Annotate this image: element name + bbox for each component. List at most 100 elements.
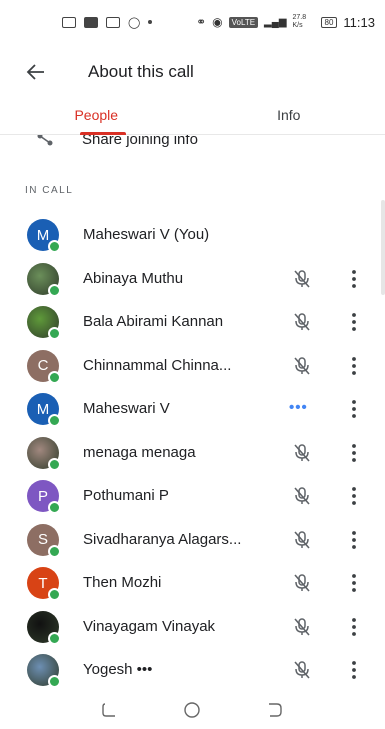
- home-icon[interactable]: [181, 701, 203, 719]
- avatar-photo: [27, 654, 61, 688]
- more-vert-icon[interactable]: [346, 615, 362, 639]
- status-system: ⚭ ◉ VoLTE ▂▄▆ 27.8 K/s 80 11:13: [196, 14, 375, 30]
- more-vert-icon[interactable]: [346, 441, 362, 465]
- participant-name: Abinaya Muthu: [83, 269, 184, 287]
- avatar: M: [27, 393, 61, 427]
- online-indicator: [48, 283, 61, 297]
- avatar-initial: C: [37, 357, 49, 374]
- mic-off-icon[interactable]: [291, 485, 313, 507]
- online-indicator: [48, 501, 61, 514]
- more-vert-icon[interactable]: [346, 310, 362, 334]
- mic-off-icon[interactable]: [291, 268, 313, 290]
- online-indicator: [48, 370, 61, 384]
- avatar-initial: M: [36, 226, 50, 244]
- online-indicator: [48, 327, 61, 340]
- participant-list: M Maheswari V (You) Abinaya Muthu Bala Abir…: [0, 213, 385, 692]
- shield-notification-icon: ◯: [128, 16, 141, 29]
- avatar-initial: S: [37, 531, 48, 548]
- signal-icon: ▂▄▆: [264, 16, 287, 28]
- avatar-photo: [27, 262, 61, 297]
- status-notifications: ◯: [62, 16, 153, 29]
- tab-bar: People Info: [0, 100, 385, 135]
- more-vert-icon[interactable]: [346, 354, 362, 378]
- volte-badge: VoLTE: [228, 16, 259, 28]
- more-vert-icon[interactable]: [346, 397, 362, 421]
- avatar: C: [27, 349, 61, 384]
- participant-name: Maheswari V: [83, 400, 170, 418]
- video-notification-icon: [62, 16, 76, 28]
- hotspot-icon: ◉: [212, 15, 223, 29]
- participant-row[interactable]: M Maheswari V •••: [0, 387, 385, 431]
- online-indicator: [48, 675, 61, 688]
- participant-name: Then Mozhi: [83, 574, 162, 592]
- participant-row[interactable]: menaga menaga: [0, 431, 385, 475]
- online-indicator: [48, 457, 61, 471]
- scrollbar[interactable]: [381, 200, 385, 295]
- network-speed: 27.8 K/s: [292, 14, 307, 29]
- tab-people[interactable]: People: [0, 100, 193, 134]
- avatar: P: [27, 480, 61, 514]
- participant-row[interactable]: S Sivadharanya Alagars...: [0, 518, 385, 562]
- avatar: S: [27, 523, 61, 558]
- recents-icon[interactable]: [100, 701, 122, 719]
- more-vert-icon[interactable]: [346, 528, 362, 552]
- participant-name: Maheswari V (You): [83, 226, 210, 244]
- online-indicator: [48, 240, 61, 253]
- participant-row[interactable]: Abinaya Muthu: [0, 257, 385, 301]
- avatar-photo: [27, 436, 61, 471]
- mic-off-icon[interactable]: [291, 659, 313, 681]
- more-vert-icon[interactable]: [346, 658, 362, 682]
- speaking-indicator-icon: •••: [289, 399, 308, 416]
- share-label: Share joining info: [82, 135, 198, 148]
- share-joining-info[interactable]: Share joining info: [0, 135, 385, 157]
- mic-off-icon[interactable]: [291, 616, 313, 638]
- participant-name: menaga menaga: [83, 443, 196, 461]
- system-nav-bar: [0, 691, 385, 729]
- avatar-photo: [27, 610, 61, 645]
- participant-name: Vinayagam Vinayak: [83, 617, 216, 635]
- headset-icon: ⚭: [196, 15, 207, 29]
- participant-row[interactable]: Yogesh •••: [0, 648, 385, 692]
- back-nav-icon[interactable]: [263, 701, 285, 719]
- avatar-initial: P: [37, 487, 48, 505]
- participant-row[interactable]: T Then Mozhi: [0, 561, 385, 605]
- participant-name: Chinnammal Chinna...: [83, 356, 232, 374]
- participant-row[interactable]: P Pothumani P: [0, 474, 385, 518]
- tab-indicator: [80, 132, 126, 135]
- more-vert-icon[interactable]: [346, 267, 362, 291]
- online-indicator: [48, 414, 61, 427]
- participant-row[interactable]: Bala Abirami Kannan: [0, 300, 385, 344]
- mic-off-icon[interactable]: [291, 355, 313, 377]
- youtube-notification-icon: [84, 16, 98, 28]
- gmail-notification-icon: [106, 16, 120, 28]
- participant-name: Sivadharanya Alagars...: [83, 530, 242, 548]
- online-indicator: [48, 544, 61, 558]
- share-icon: [37, 135, 53, 146]
- participant-row[interactable]: Vinayagam Vinayak: [0, 605, 385, 649]
- tab-info[interactable]: Info: [193, 100, 385, 134]
- online-indicator: [48, 588, 61, 601]
- avatar-initial: T: [38, 574, 48, 592]
- arrow-left-icon[interactable]: [24, 60, 48, 84]
- more-vert-icon[interactable]: [346, 571, 362, 595]
- status-bar: ◯ ⚭ ◉ VoLTE ▂▄▆ 27.8 K/s 80 11:13: [0, 0, 385, 44]
- online-indicator: [48, 631, 61, 645]
- participant-name: Bala Abirami Kannan: [83, 313, 224, 331]
- participant-row[interactable]: M Maheswari V (You): [0, 213, 385, 257]
- page-title: About this call: [88, 62, 194, 81]
- avatar: M: [27, 219, 61, 253]
- mic-off-icon[interactable]: [291, 572, 313, 594]
- avatar: T: [27, 567, 61, 601]
- participant-row[interactable]: C Chinnammal Chinna...: [0, 344, 385, 388]
- battery-icon: 80: [320, 16, 338, 28]
- mic-off-icon[interactable]: [291, 442, 313, 464]
- in-call-heading: IN CALL: [25, 185, 74, 196]
- mic-off-icon[interactable]: [291, 529, 313, 551]
- avatar-photo: [27, 306, 61, 340]
- clock: 11:13: [343, 14, 375, 30]
- participant-name: Pothumani P: [83, 487, 169, 505]
- avatar-initial: M: [36, 400, 50, 418]
- mic-off-icon[interactable]: [291, 311, 313, 333]
- app-bar: About this call: [0, 44, 385, 100]
- more-vert-icon[interactable]: [346, 484, 362, 508]
